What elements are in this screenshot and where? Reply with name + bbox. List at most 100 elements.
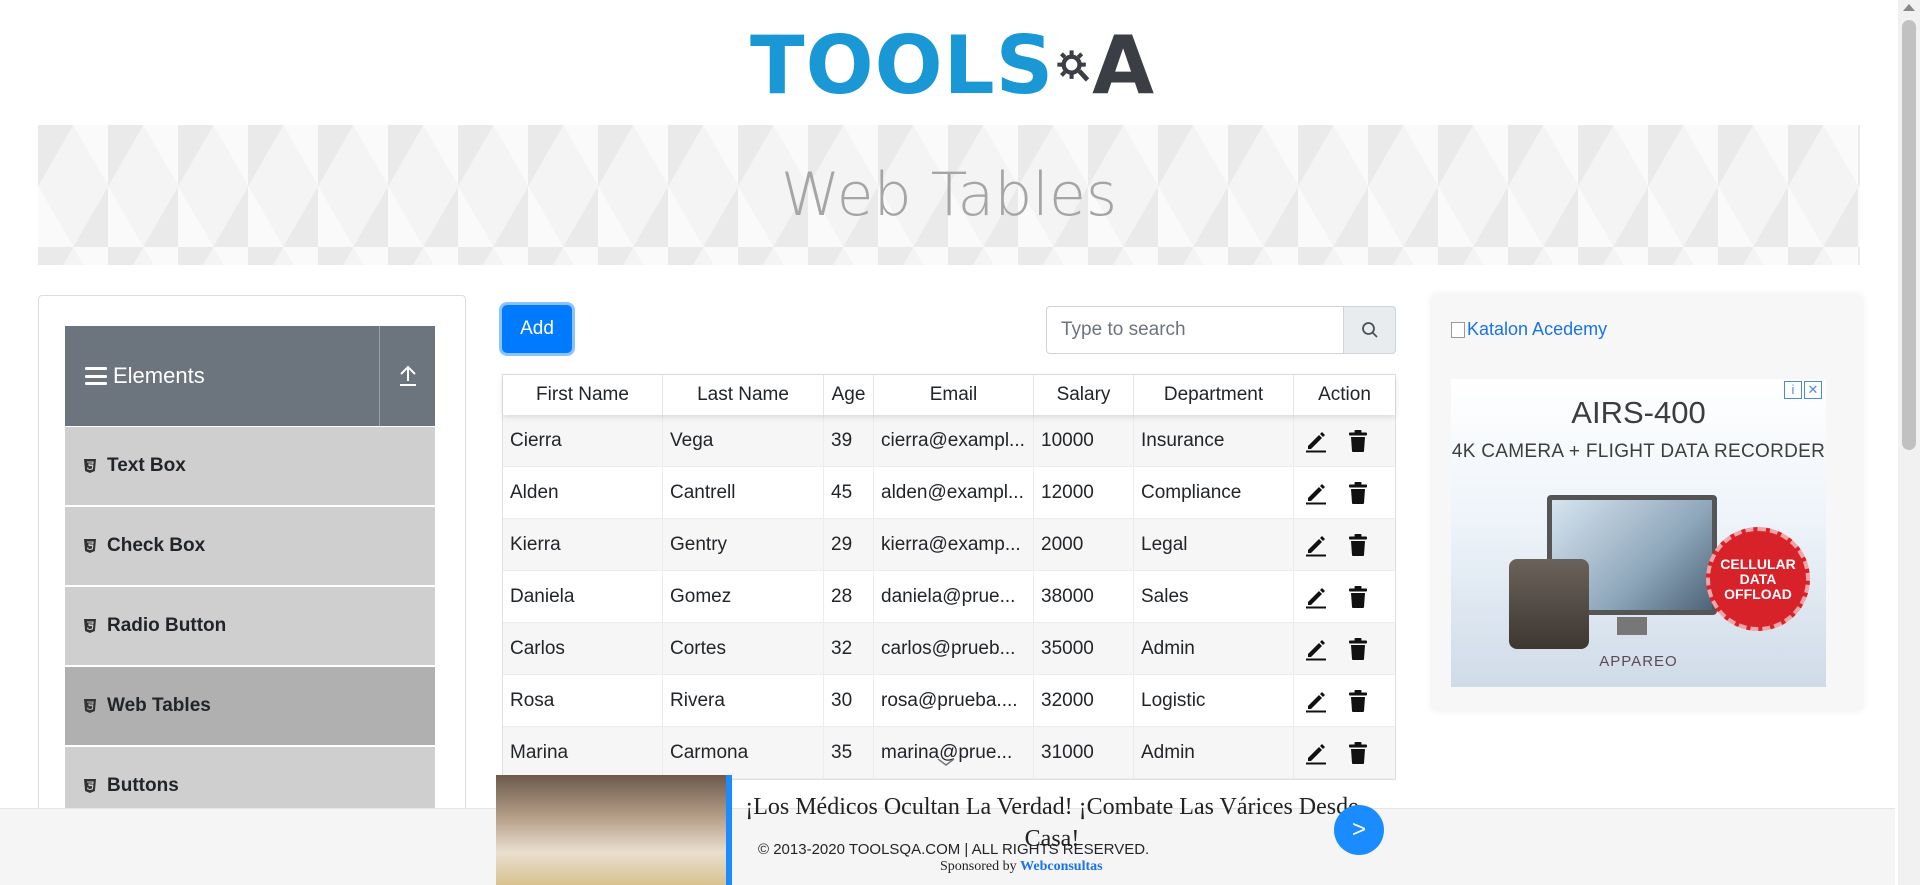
bottom-sticky-ad[interactable]: ¡Los Médicos Ocultan La Verdad! ¡Combate… <box>496 775 1394 885</box>
toolsqa-logo[interactable]: TOOLS A <box>750 18 1155 114</box>
sponsor-link[interactable]: Webconsultas <box>1020 859 1102 874</box>
table-row: Daniela Gomez 28 daniela@prue... 38000 Sales <box>503 571 1395 623</box>
upload-arrow-icon <box>399 365 416 386</box>
gear-magnifier-icon <box>1057 50 1090 82</box>
delete-trash-icon[interactable] <box>1348 689 1368 713</box>
sidebar-group-elements[interactable]: Elements <box>65 326 435 426</box>
cell-action <box>1294 623 1395 674</box>
cell-age: 45 <box>824 467 874 518</box>
logo-tools-text: TOOLS <box>750 19 1055 112</box>
delete-trash-icon[interactable] <box>1348 741 1368 765</box>
table-row: Rosa Rivera 30 rosa@prueba.... 32000 Logistic <box>503 675 1395 727</box>
sidebar-item-label: Web Tables <box>107 695 211 716</box>
table-row: Alden Cantrell 45 alden@exampl... 12000 Compl… <box>503 467 1395 519</box>
collapse-button[interactable] <box>380 326 435 426</box>
cell-salary: 38000 <box>1034 571 1134 622</box>
sidebar-item-web-tables[interactable]: Web Tables <box>65 666 435 746</box>
ad-banner-image[interactable]: i ✕ AIRS-400 4K CAMERA + FLIGHT DATA REC… <box>1451 379 1826 687</box>
bottom-ad-image[interactable] <box>496 775 726 885</box>
bottom-ad-go-button[interactable]: > <box>1334 805 1384 855</box>
sidebar-item-label: Text Box <box>107 455 186 476</box>
column-header-salary[interactable]: Salary <box>1034 375 1134 415</box>
table-row: Kierra Gentry 29 kierra@examp... 2000 Legal <box>503 519 1395 571</box>
katalon-ad-link[interactable]: Katalon Acedemy <box>1451 319 1607 340</box>
html5-icon <box>84 459 96 473</box>
scroll-up-arrow-icon[interactable] <box>1903 4 1915 11</box>
cell-last-name: Rivera <box>663 675 824 726</box>
column-header-department[interactable]: Department <box>1134 375 1294 415</box>
sidebar-item-label: Check Box <box>107 535 206 556</box>
cell-age: 35 <box>824 727 874 778</box>
sponsored-prefix: Sponsored by <box>940 859 1017 874</box>
edit-pencil-icon[interactable] <box>1304 481 1328 505</box>
edit-pencil-icon[interactable] <box>1304 741 1328 765</box>
bottom-ad-sponsored: Sponsored by Webconsultas <box>940 859 1103 875</box>
scroll-thumb[interactable] <box>1902 20 1916 450</box>
edit-pencil-icon[interactable] <box>1304 689 1328 713</box>
edit-pencil-icon[interactable] <box>1304 533 1328 557</box>
column-header-last-name[interactable]: Last Name <box>663 375 824 415</box>
delete-trash-icon[interactable] <box>1348 585 1368 609</box>
broken-image-icon <box>1451 321 1465 338</box>
cell-action <box>1294 519 1395 570</box>
cell-action <box>1294 571 1395 622</box>
edit-pencil-icon[interactable] <box>1304 585 1328 609</box>
delete-trash-icon[interactable] <box>1348 481 1368 505</box>
cell-age: 29 <box>824 519 874 570</box>
add-button[interactable]: Add <box>502 305 572 353</box>
cell-salary: 2000 <box>1034 519 1134 570</box>
table-row: Cierra Vega 39 cierra@exampl... 10000 Insuran… <box>503 415 1395 467</box>
logo-a-text: A <box>1092 19 1155 112</box>
cell-age: 28 <box>824 571 874 622</box>
camera-device-image <box>1509 559 1589 649</box>
cell-first-name: Rosa <box>503 675 663 726</box>
column-header-age[interactable]: Age <box>824 375 874 415</box>
cell-first-name: Cierra <box>503 415 663 466</box>
cell-first-name: Marina <box>503 727 663 778</box>
html5-icon <box>84 699 96 713</box>
sidebar-item-text-box[interactable]: Text Box <box>65 426 435 506</box>
delete-trash-icon[interactable] <box>1348 533 1368 557</box>
column-header-email[interactable]: Email <box>874 375 1034 415</box>
chevron-down-icon[interactable] <box>935 756 957 768</box>
column-header-first-name[interactable]: First Name <box>503 375 663 415</box>
cell-department: Compliance <box>1134 467 1294 518</box>
page-title: Web Tables <box>780 160 1118 230</box>
sidebar-item-check-box[interactable]: Check Box <box>65 506 435 586</box>
sidebar-group-title[interactable]: Elements <box>65 326 380 426</box>
ad-link-text: Katalon Acedemy <box>1467 319 1608 339</box>
cell-age: 32 <box>824 623 874 674</box>
sidebar-item-label: Buttons <box>107 775 179 796</box>
page-scrollbar[interactable] <box>1898 0 1920 885</box>
cell-department: Admin <box>1134 623 1294 674</box>
cell-first-name: Alden <box>503 467 663 518</box>
search-button[interactable] <box>1344 306 1396 354</box>
cell-department: Admin <box>1134 727 1294 778</box>
cell-salary: 32000 <box>1034 675 1134 726</box>
edit-pencil-icon[interactable] <box>1304 429 1328 453</box>
cell-department: Sales <box>1134 571 1294 622</box>
html5-icon <box>84 779 96 793</box>
edit-pencil-icon[interactable] <box>1304 637 1328 661</box>
ad-badge: CELLULAR DATA OFFLOAD <box>1706 527 1810 631</box>
search-box <box>1046 306 1396 354</box>
sidebar-group-label: Elements <box>113 363 205 388</box>
sidebar-item-radio-button[interactable]: Radio Button <box>65 586 435 666</box>
cell-email: daniela@prue... <box>874 571 1034 622</box>
cell-email: carlos@prueb... <box>874 623 1034 674</box>
table-body: Cierra Vega 39 cierra@exampl... 10000 Insuran… <box>503 415 1395 779</box>
cell-last-name: Carmona <box>663 727 824 778</box>
bottom-ad-title[interactable]: ¡Los Médicos Ocultan La Verdad! ¡Combate… <box>742 791 1362 855</box>
delete-trash-icon[interactable] <box>1348 429 1368 453</box>
cell-email: alden@exampl... <box>874 467 1034 518</box>
hamburger-icon <box>85 367 107 385</box>
search-icon <box>1361 322 1378 338</box>
cell-email: cierra@exampl... <box>874 415 1034 466</box>
cell-action <box>1294 467 1395 518</box>
cell-salary: 12000 <box>1034 467 1134 518</box>
search-input[interactable] <box>1046 306 1344 354</box>
cell-email: marina@prue... <box>874 727 1034 778</box>
cell-department: Insurance <box>1134 415 1294 466</box>
delete-trash-icon[interactable] <box>1348 637 1368 661</box>
cell-salary: 31000 <box>1034 727 1134 778</box>
